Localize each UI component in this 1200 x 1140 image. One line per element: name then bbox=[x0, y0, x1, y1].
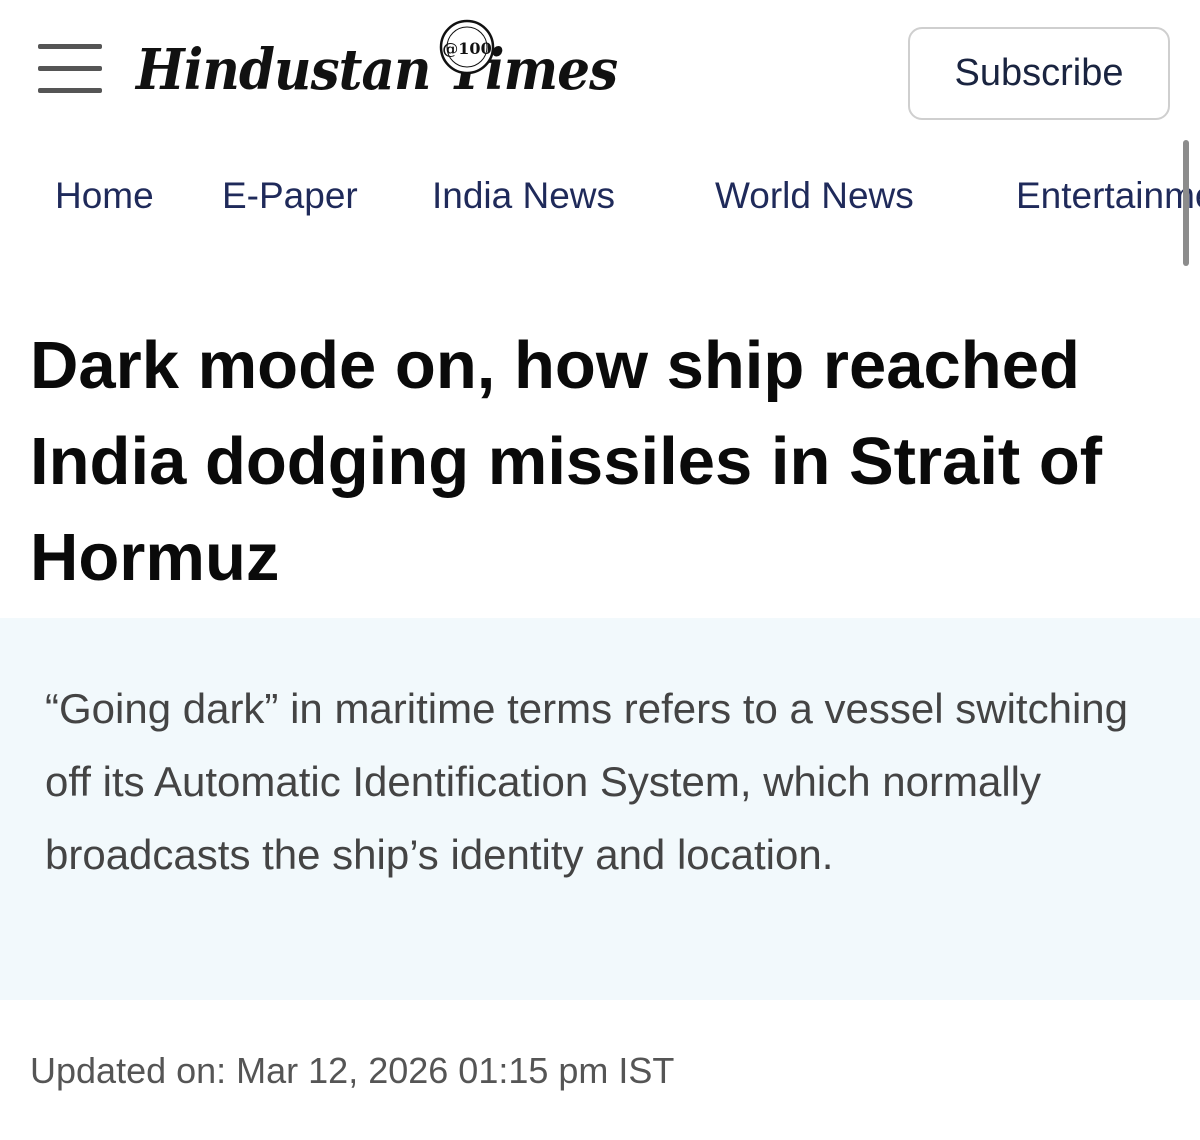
logo-badge: @100 bbox=[442, 39, 491, 58]
logo-wordmark: Hindustan Times bbox=[136, 37, 618, 103]
subscribe-button[interactable]: Subscribe bbox=[908, 27, 1170, 120]
nav-item-india-news[interactable]: India News bbox=[432, 175, 615, 217]
main-nav: Home E-Paper India News World News Enter… bbox=[0, 165, 1200, 235]
nav-scrollbar[interactable] bbox=[1183, 140, 1189, 266]
nav-item-world-news[interactable]: World News bbox=[715, 175, 914, 217]
site-header: Hindustan Times @100 Subscribe bbox=[0, 0, 1200, 150]
nav-item-epaper[interactable]: E-Paper bbox=[222, 175, 358, 217]
updated-timestamp: Updated on: Mar 12, 2026 01:15 pm IST bbox=[30, 1050, 675, 1091]
nav-item-entertainment[interactable]: Entertainment bbox=[1016, 175, 1200, 217]
article-summary: “Going dark” in maritime terms refers to… bbox=[45, 685, 1128, 878]
centenary-seal-icon: @100 bbox=[439, 19, 495, 75]
site-logo[interactable]: Hindustan Times bbox=[136, 30, 659, 110]
article-headline: Dark mode on, how ship reached India dod… bbox=[30, 328, 1103, 595]
nav-item-home[interactable]: Home bbox=[55, 175, 154, 217]
menu-icon[interactable] bbox=[38, 44, 102, 94]
